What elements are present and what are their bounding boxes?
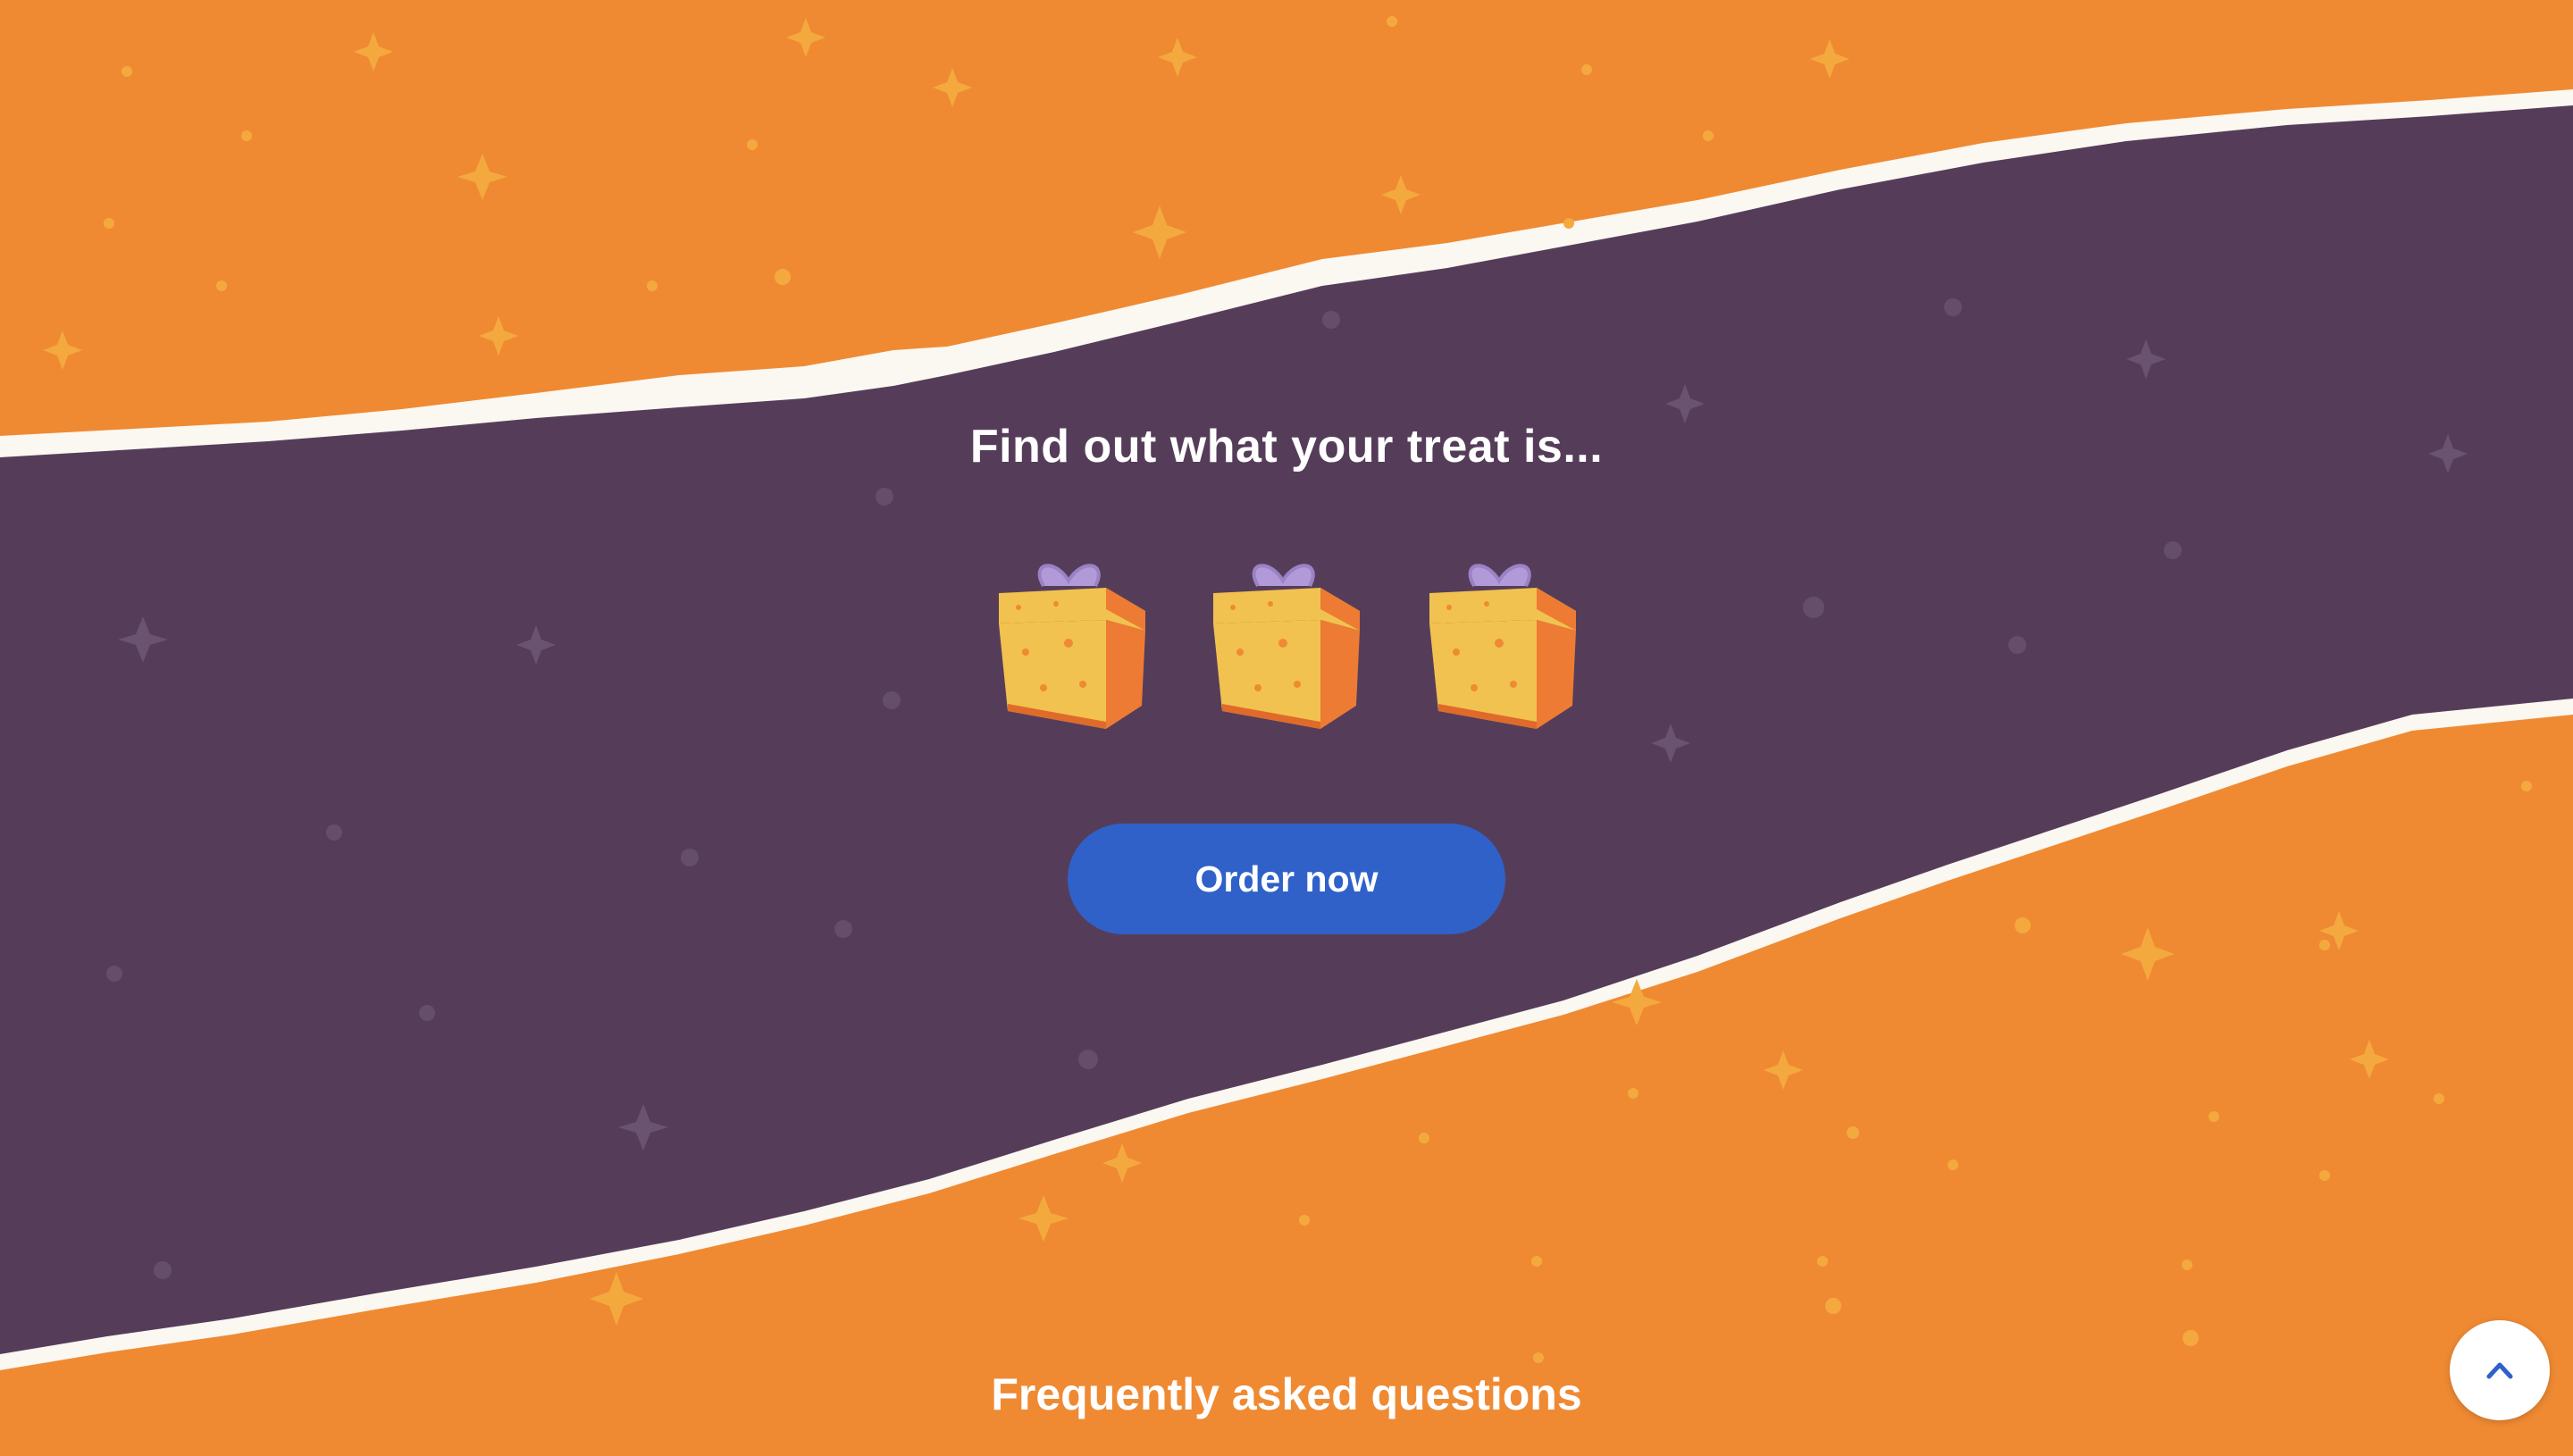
chevron-up-icon	[2486, 1362, 2513, 1379]
treat-section-title: Find out what your treat is...	[969, 421, 1604, 473]
order-now-button[interactable]: Order now	[1068, 824, 1505, 934]
faq-section-title: Frequently asked questions	[991, 1369, 1582, 1419]
scroll-to-top-button[interactable]	[2450, 1320, 2550, 1420]
gift-box-row	[0, 554, 2573, 741]
gift-box-icon[interactable]	[1204, 554, 1374, 741]
gift-box-icon[interactable]	[990, 554, 1160, 741]
gift-box-icon[interactable]	[1421, 554, 1590, 741]
